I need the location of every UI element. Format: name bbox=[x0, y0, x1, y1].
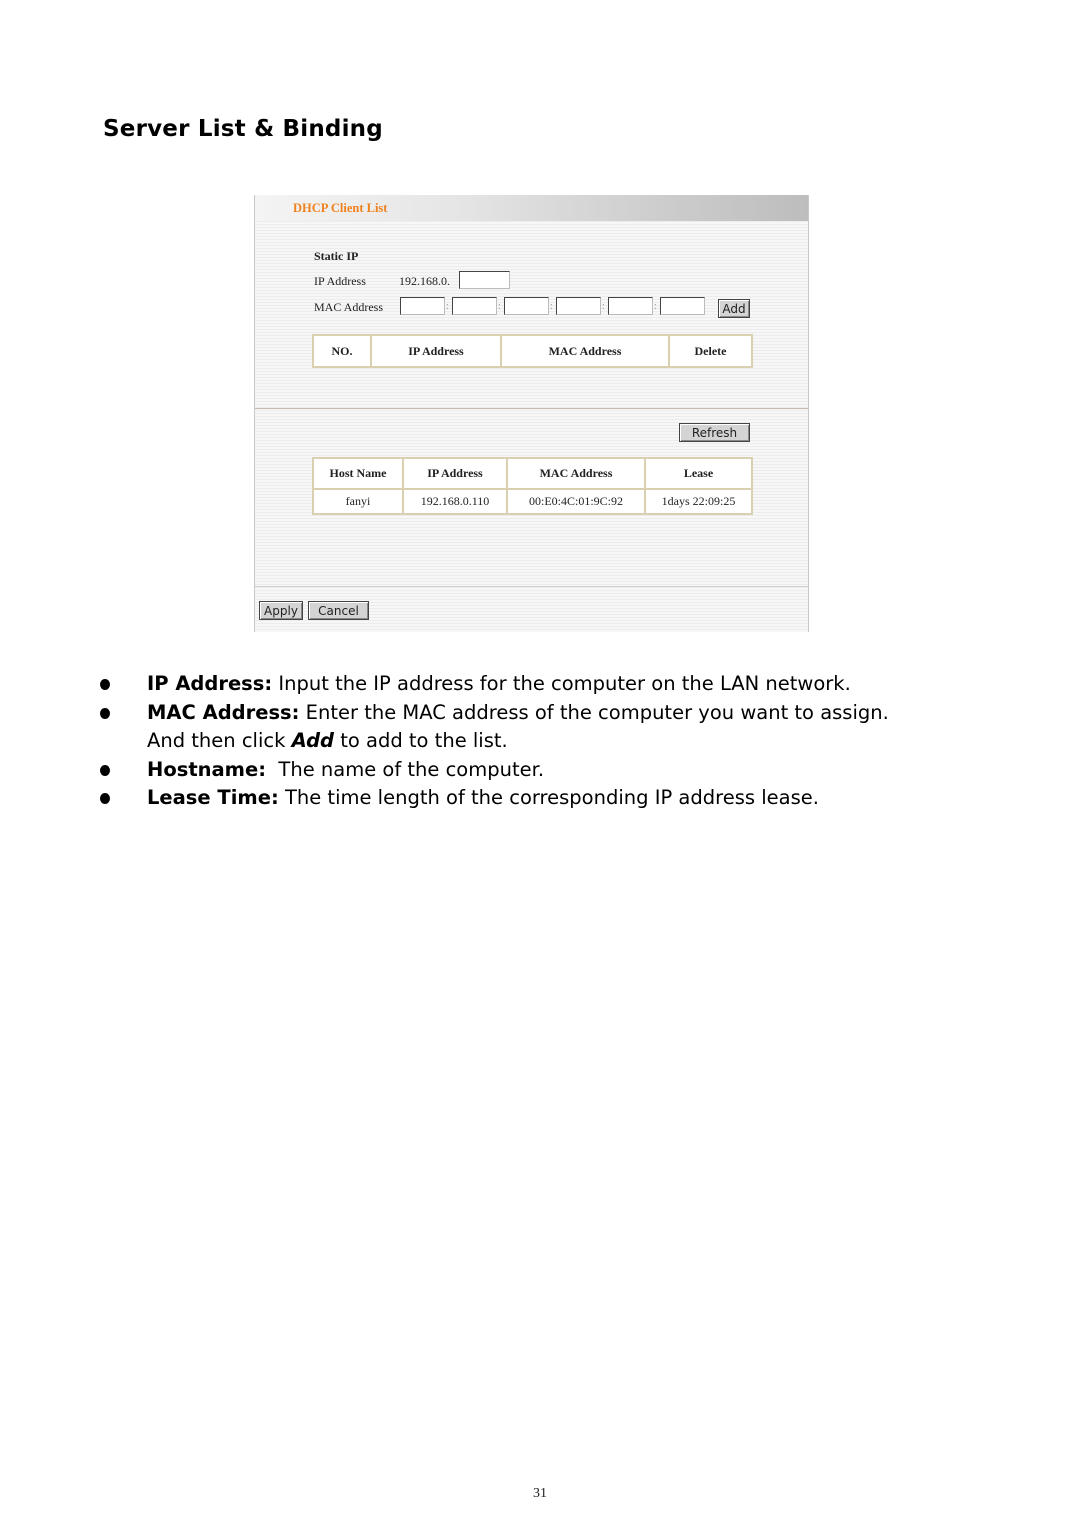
mac-separator: : bbox=[446, 301, 449, 312]
column-header-mac-address: MAC Address bbox=[501, 335, 669, 367]
mac-octet-1-input[interactable] bbox=[400, 297, 445, 315]
add-button[interactable]: Add bbox=[718, 299, 750, 318]
bullet-term: IP Address: bbox=[147, 672, 273, 695]
bullet-text: to add to the list. bbox=[334, 729, 508, 752]
apply-button[interactable]: Apply bbox=[259, 601, 303, 620]
cell-lease: 1days 22:09:25 bbox=[645, 489, 752, 514]
mac-octet-5-input[interactable] bbox=[608, 297, 653, 315]
cell-ip-address: 192.168.0.110 bbox=[403, 489, 507, 514]
mac-separator: : bbox=[498, 301, 501, 312]
bullet-ip-address: IP Address: Input the IP address for the… bbox=[100, 670, 1000, 699]
mac-separator: : bbox=[654, 301, 657, 312]
mac-separator: : bbox=[602, 301, 605, 312]
column-header-no: NO. bbox=[313, 335, 371, 367]
add-emphasis: Add bbox=[291, 729, 335, 752]
refresh-button[interactable]: Refresh bbox=[679, 423, 750, 442]
bullet-icon bbox=[100, 764, 110, 776]
bullet-mac-address: MAC Address: Enter the MAC address of th… bbox=[100, 699, 1000, 728]
dhcp-client-list-screenshot: DHCP Client List Static IP IP Address 19… bbox=[254, 195, 809, 632]
table-header-row: NO. IP Address MAC Address Delete bbox=[313, 335, 752, 367]
mac-octet-4-input[interactable] bbox=[556, 297, 601, 315]
cancel-button[interactable]: Cancel bbox=[308, 601, 369, 620]
column-header-delete: Delete bbox=[669, 335, 752, 367]
bullet-hostname: Hostname: The name of the computer. bbox=[100, 756, 1000, 785]
panel-title: DHCP Client List bbox=[293, 201, 388, 215]
bullet-text: The name of the computer. bbox=[266, 757, 545, 781]
panel-header: DHCP Client List bbox=[255, 195, 808, 221]
column-header-lease: Lease bbox=[645, 458, 752, 489]
mac-octet-2-input[interactable] bbox=[452, 297, 497, 315]
bullet-term: Lease Time: bbox=[147, 786, 279, 809]
ip-prefix: 192.168.0. bbox=[399, 274, 450, 288]
static-ip-heading: Static IP bbox=[314, 249, 359, 263]
mac-address-label: MAC Address bbox=[314, 300, 384, 314]
bullet-continuation: And then click Add to add to the list. bbox=[100, 727, 1000, 756]
table-row: fanyi 192.168.0.110 00:E0:4C:01:9C:92 1d… bbox=[313, 489, 752, 514]
bullet-icon bbox=[100, 793, 110, 804]
bullet-text: The time length of the corresponding IP … bbox=[278, 786, 819, 809]
bullet-text: Enter the MAC address of the computer yo… bbox=[299, 700, 889, 724]
bullet-term: Hostname: bbox=[147, 757, 267, 781]
column-header-ip-address: IP Address bbox=[371, 335, 501, 367]
static-binding-table: NO. IP Address MAC Address Delete bbox=[312, 334, 753, 368]
bullet-text: Input the IP address for the computer on… bbox=[272, 672, 851, 695]
mac-separator: : bbox=[550, 301, 553, 312]
cell-mac-address: 00:E0:4C:01:9C:92 bbox=[507, 489, 645, 514]
bullet-lease-time: Lease Time: The time length of the corre… bbox=[100, 784, 1000, 813]
footer-divider bbox=[255, 586, 808, 587]
column-header-ip-address: IP Address bbox=[403, 458, 507, 489]
cell-host-name: fanyi bbox=[313, 489, 403, 514]
section-title: Server List & Binding bbox=[103, 116, 383, 142]
mac-octet-3-input[interactable] bbox=[504, 297, 549, 315]
column-header-mac-address: MAC Address bbox=[507, 458, 645, 489]
table-header-row: Host Name IP Address MAC Address Lease bbox=[313, 458, 752, 489]
page-number: 31 bbox=[533, 1486, 547, 1501]
ip-last-octet-input[interactable] bbox=[459, 271, 510, 289]
mac-octet-6-input[interactable] bbox=[660, 297, 705, 315]
dhcp-client-table: Host Name IP Address MAC Address Lease f… bbox=[312, 457, 753, 515]
bullet-term: MAC Address: bbox=[147, 700, 300, 724]
section-divider bbox=[255, 408, 808, 409]
column-header-host-name: Host Name bbox=[313, 458, 403, 489]
bullet-text: And then click bbox=[147, 729, 292, 752]
bullet-icon bbox=[100, 679, 110, 690]
field-descriptions: IP Address: Input the IP address for the… bbox=[100, 670, 1000, 813]
bullet-icon bbox=[100, 707, 110, 719]
ip-address-label: IP Address bbox=[314, 274, 366, 288]
